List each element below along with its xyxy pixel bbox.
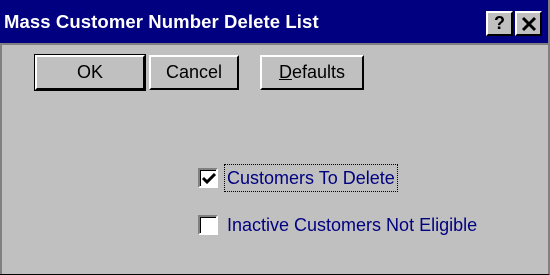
close-button[interactable] [515,11,542,36]
defaults-accelerator: D [278,62,292,82]
defaults-label-rest: efaults [291,62,346,82]
checkbox-inactive-not-eligible[interactable] [198,215,218,235]
title-bar[interactable]: Mass Customer Number Delete List ? [0,0,548,43]
ok-button[interactable]: OK [34,54,146,91]
cancel-button[interactable]: Cancel [149,55,239,90]
checkmark-icon [201,172,217,185]
label-inactive-not-eligible: Inactive Customers Not Eligible [227,215,478,235]
help-button[interactable]: ? [486,11,513,36]
checkbox-customers-to-delete[interactable] [198,168,218,188]
defaults-button[interactable]: Defaults [260,55,364,90]
dialog-body: OK Cancel Defaults Customers To Delete I… [0,43,548,274]
label-customers-to-delete: Customers To Delete [224,164,398,192]
dialog-window: Mass Customer Number Delete List ? OK Ca… [0,0,550,275]
close-icon [521,16,536,32]
window-title: Mass Customer Number Delete List [4,11,319,32]
